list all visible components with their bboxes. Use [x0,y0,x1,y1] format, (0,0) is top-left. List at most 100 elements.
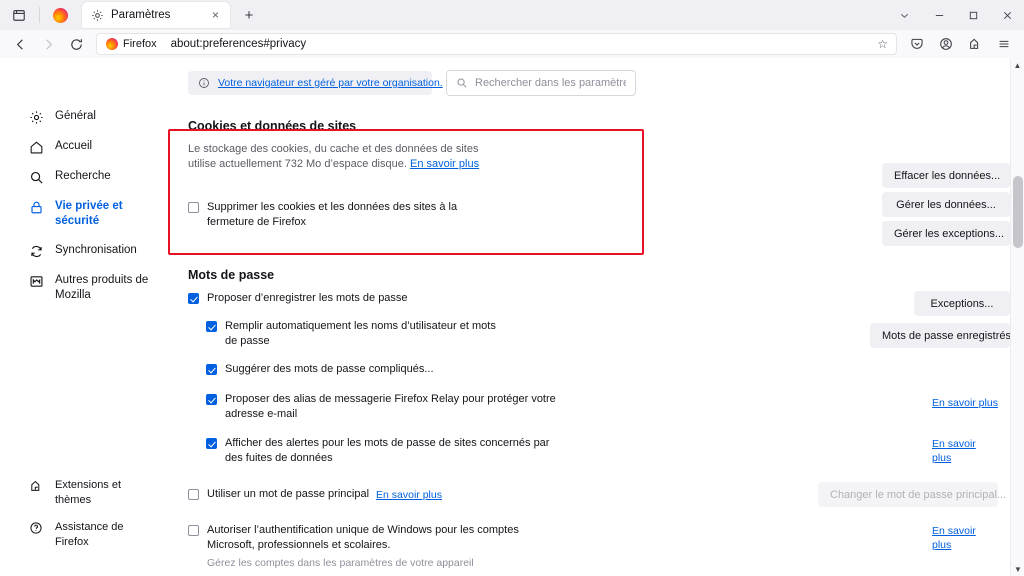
section-title-cookies: Cookies et données de sites [188,119,357,133]
autofill-logins-label: Remplir automatiquement les noms d’utili… [225,320,496,347]
window-controls [886,0,1024,30]
help-icon [28,520,44,536]
windows-sso-checkbox[interactable] [188,525,199,536]
mozilla-icon [28,273,44,289]
search-icon [28,169,44,185]
maximize-button[interactable] [956,0,990,30]
home-icon [28,139,44,155]
settings-search-box[interactable] [446,70,636,96]
sidebar-item-label: Vie privée et sécurité [55,200,123,227]
primary-password-label: Utiliser un mot de passe principal [207,488,370,500]
chevron-down-icon[interactable] [886,0,922,30]
autofill-logins-option[interactable]: Remplir automatiquement les noms d’utili… [206,319,870,349]
ask-to-save-passwords-checkbox[interactable] [188,293,199,304]
sidebar-item-general[interactable]: Général [0,102,170,132]
ask-to-save-passwords-option[interactable]: Proposer d’enregistrer les mots de passe [188,291,870,306]
relay-aliases-option[interactable]: Proposer des alias de messagerie Firefox… [206,392,932,422]
change-primary-password-button: Changer le mot de passe principal... [818,482,1006,507]
sidebar-item-privacy[interactable]: Vie privée et sécurité [0,192,170,236]
tab-list-icon[interactable] [4,1,34,29]
primary-password-option[interactable]: Utiliser un mot de passe principal [188,487,369,502]
pocket-icon[interactable] [903,32,931,56]
close-button[interactable] [990,0,1024,30]
cookies-description: Le stockage des cookies, du cache et des… [188,142,500,172]
manage-exceptions-button[interactable]: Gérer les exceptions... [882,221,1010,246]
identity-chip-label: Firefox [123,38,157,50]
close-icon[interactable]: × [207,7,224,24]
firefox-logo[interactable] [45,1,75,29]
password-exceptions-button[interactable]: Exceptions... [914,291,1010,316]
relay-learn-more-link[interactable]: En savoir plus [932,397,998,409]
tab-title: Paramètres [111,9,171,21]
sync-icon [28,243,44,259]
ask-to-save-passwords-label: Proposer d’enregistrer les mots de passe [207,292,408,304]
scrollbar-thumb[interactable] [1013,176,1023,248]
info-icon [198,77,210,89]
sidebar-item-home[interactable]: Accueil [0,132,170,162]
windows-sso-option[interactable]: Autoriser l’authentification unique de W… [188,523,932,553]
address-bar[interactable]: Firefox about:preferences#privacy ☆ [96,33,897,55]
browser-tab-bar: Paramètres × + [0,0,1024,30]
page-scrollbar[interactable]: ▲ ▼ [1010,58,1024,576]
sidebar-item-label: Recherche [55,170,111,182]
manage-data-button[interactable]: Gérer les données... [882,192,1010,217]
sidebar-item-extensions-themes[interactable]: Extensions et thèmes [0,472,170,514]
browser-nav-bar: Firefox about:preferences#privacy ☆ [0,30,1024,58]
bookmark-star-icon[interactable]: ☆ [877,37,888,51]
new-tab-button[interactable]: + [238,4,260,26]
scroll-up-icon[interactable]: ▲ [1011,58,1024,72]
managed-notice-link[interactable]: Votre navigateur est géré par votre orga… [218,77,443,89]
sidebar-item-label: Général [55,110,96,122]
managed-notice[interactable]: Votre navigateur est géré par votre orga… [188,71,443,95]
windows-sso-learn-more-link[interactable]: En savoir plus [932,524,978,552]
sidebar-bottom-group: Extensions et thèmes Assistance de Firef… [0,472,170,556]
reload-icon[interactable] [62,32,90,56]
primary-password-learn-more-link[interactable]: En savoir plus [376,488,442,502]
extensions-icon[interactable] [961,32,989,56]
account-icon[interactable] [932,32,960,56]
breach-alerts-option[interactable]: Afficher des alertes pour les mots de pa… [206,436,932,466]
primary-password-checkbox[interactable] [188,489,199,500]
sidebar-item-sync[interactable]: Synchronisation [0,236,170,266]
suggest-strong-passwords-checkbox[interactable] [206,364,217,375]
sidebar-item-label: Autres produits de Mozilla [55,274,149,301]
windows-sso-label: Autoriser l’authentification unique de W… [207,524,519,551]
saved-passwords-button[interactable]: Mots de passe enregistrés [870,323,1011,348]
cookies-learn-more-link[interactable]: En savoir plus [410,158,479,170]
sidebar-item-mozilla-products[interactable]: Autres produits de Mozilla [0,266,170,310]
sidebar-item-search[interactable]: Recherche [0,162,170,192]
breach-alerts-checkbox[interactable] [206,438,217,449]
gear-icon [28,109,44,125]
sidebar-item-label: Synchronisation [55,244,137,256]
top-row: Votre navigateur est géré par votre orga… [180,58,1010,96]
browser-tab[interactable]: Paramètres × [82,2,230,28]
autofill-logins-checkbox[interactable] [206,321,217,332]
sidebar-item-firefox-support[interactable]: Assistance de Firefox [0,514,170,556]
cookies-section: Cookies et données de sites Le stockage … [180,119,1010,246]
suggest-strong-passwords-option[interactable]: Suggérer des mots de passe compliqués... [206,362,870,377]
gear-icon [91,9,104,22]
tabbar-divider [39,7,40,23]
preferences-main: Votre navigateur est géré par votre orga… [170,58,1011,576]
minimize-button[interactable] [922,0,956,30]
windows-sso-note: Gérez les comptes dans les paramètres de… [207,557,474,569]
identity-chip[interactable]: Firefox [100,35,164,53]
breach-learn-more-link[interactable]: En savoir plus [932,437,978,465]
extensions-icon [28,478,44,494]
section-title-passwords: Mots de passe [188,268,275,282]
firefox-logo [106,38,118,50]
preferences-sidebar: Général Accueil Recherche Vie privée et … [0,58,170,576]
suggest-strong-passwords-label: Suggérer des mots de passe compliqués... [225,363,434,375]
clear-cookies-on-close-option[interactable]: Supprimer les cookies et les données des… [188,200,882,230]
clear-data-button[interactable]: Effacer les données... [882,163,1010,188]
search-input[interactable] [475,77,626,89]
back-icon[interactable] [6,32,34,56]
scroll-down-icon[interactable]: ▼ [1011,562,1024,576]
clear-cookies-on-close-checkbox[interactable] [188,202,199,213]
passwords-section: Mots de passe Proposer d’enregistrer les… [180,268,1011,569]
relay-aliases-checkbox[interactable] [206,394,217,405]
breach-alerts-label: Afficher des alertes pour les mots de pa… [225,437,550,464]
sidebar-item-label: Accueil [55,140,93,152]
search-icon [456,77,468,89]
app-menu-icon[interactable] [990,32,1018,56]
